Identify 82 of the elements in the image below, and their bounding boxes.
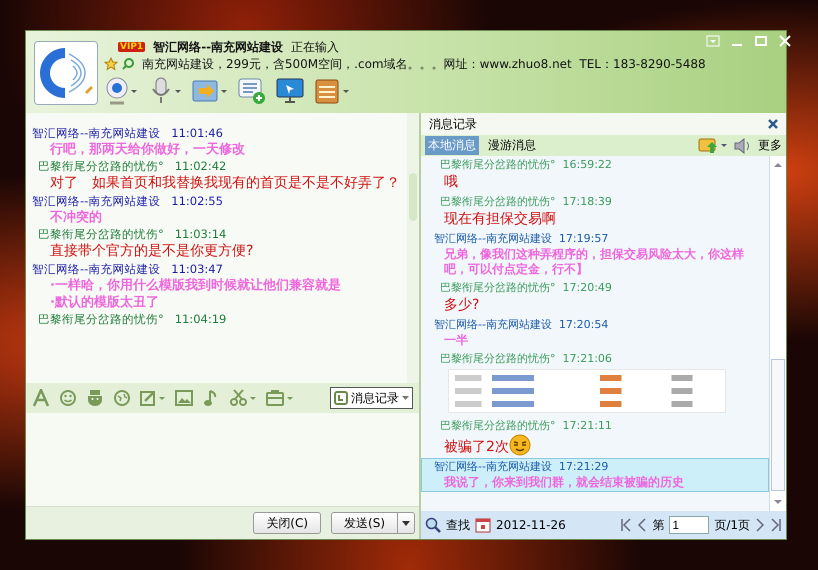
image-icon[interactable] bbox=[175, 389, 193, 407]
sender-line: 巴黎衔尾分岔路的忧伤° 11:04:19 bbox=[37, 311, 228, 327]
page-label: 第 bbox=[652, 516, 664, 534]
search-link[interactable]: 查找 bbox=[446, 516, 470, 534]
close-icon[interactable] bbox=[768, 119, 778, 129]
page-number-field[interactable]: 1 bbox=[669, 516, 710, 534]
history-message[interactable]: 智汇网络--南充网站建设 17:19:57 兄弟，像我们这种弄程序的，担保交易风险太大，你这样吧，可以付点定金，行不】 bbox=[421, 230, 769, 279]
close-button[interactable]: 关闭(C) bbox=[253, 512, 322, 534]
sender-line: 巴黎衔尾分岔路的忧伤° 17:20:49 bbox=[439, 280, 613, 295]
panel-title: 消息记录 bbox=[429, 116, 477, 132]
history-message[interactable]: 巴黎衔尾分岔路的忧伤° 16:59:22 哦 bbox=[421, 156, 769, 193]
typing-status: 正在输入 bbox=[291, 38, 340, 56]
sender-line: 智汇网络--南充网站建设 11:02:55 bbox=[32, 193, 224, 209]
monitor-icon[interactable] bbox=[276, 77, 304, 105]
send-button[interactable]: 发送(S) bbox=[331, 512, 398, 534]
message-text: 对了 如果首页和我替换我现有的首页是不是不好弄了？ bbox=[49, 174, 401, 193]
contact-name: 智汇网络--南充网站建设 bbox=[153, 38, 284, 56]
chat-export-icon[interactable] bbox=[698, 138, 728, 154]
first-page-icon[interactable] bbox=[620, 518, 632, 532]
grinning-emoji-icon bbox=[508, 434, 531, 456]
edit-icon[interactable] bbox=[140, 389, 166, 407]
smiley-icon[interactable] bbox=[59, 389, 77, 407]
scissors-icon[interactable] bbox=[229, 389, 257, 407]
sender-line: 巴黎衔尾分岔路的忧伤° 11:03:14 bbox=[37, 226, 228, 242]
message-text: ·默认的模版太丑了 bbox=[49, 294, 160, 311]
screenshot-thumbnail[interactable] bbox=[448, 369, 726, 413]
message-text: 行吧，那两天给你做好，一天修改 bbox=[48, 141, 246, 158]
sender-line: 智汇网络--南充网站建设 11:03:47 bbox=[32, 261, 224, 277]
previous-page-icon[interactable] bbox=[637, 518, 648, 532]
message-text: 现在有担保交易啊 bbox=[444, 210, 556, 228]
avatar-icon[interactable] bbox=[34, 41, 98, 105]
message-text: 我说了，你来到我们群，就会结束被骗的历史 bbox=[444, 475, 684, 490]
vip-badge: VIP1 bbox=[118, 42, 146, 52]
sender-line: 巴黎衔尾分岔路的忧伤° 11:02:42 bbox=[37, 158, 228, 174]
history-message[interactable]: 巴黎衔尾分岔路的忧伤° 17:18:39 现在有担保交易啊 bbox=[421, 193, 769, 230]
sender-line: 智汇网络--南充网站建设 17:20:54 bbox=[434, 317, 610, 332]
signature-text: 南充网站建设，299元，含500M空间，.com域名。。。网址：www.zhuo8.net TEL：183-8290-5488 bbox=[142, 56, 706, 72]
caret-icon bbox=[402, 521, 410, 527]
message-text: 直接带个官方的是不是你更方便? bbox=[49, 242, 254, 261]
sender-line: 巴黎衔尾分岔路的忧伤° 17:21:06 bbox=[439, 351, 613, 366]
page-count-label: 页/1页 bbox=[714, 516, 750, 534]
history-message[interactable]: 巴黎衔尾分岔路的忧伤° 17:21:11 被骗了2次 bbox=[421, 417, 769, 458]
send-options-button[interactable] bbox=[398, 512, 415, 534]
clock-icon bbox=[334, 391, 348, 405]
message-text: 兄弟，像我们这种弄程序的，担保交易风险太大，你这样吧，可以付点定金，行不】 bbox=[444, 247, 745, 277]
scrollbar[interactable] bbox=[769, 156, 786, 511]
star-icon[interactable] bbox=[104, 57, 118, 71]
box-icon[interactable] bbox=[314, 77, 350, 105]
globe-icon[interactable] bbox=[113, 389, 131, 407]
more-link[interactable]: 更多 bbox=[758, 137, 782, 154]
sender-line: 巴黎衔尾分岔路的忧伤° 16:59:22 bbox=[439, 157, 613, 172]
sender-line: 智汇网络--南充网站建设 17:21:29 bbox=[434, 459, 610, 474]
history-message[interactable]: 智汇网络--南充网站建设 17:21:29 我说了，你来到我们群，就会结束被骗的历史 bbox=[421, 458, 769, 492]
message-text: 不冲突的 bbox=[48, 209, 103, 226]
message-text: ·一样哈，你用什么模版我到时候就让他们兼容就是 bbox=[49, 277, 342, 294]
scroll-down-icon[interactable] bbox=[774, 499, 782, 505]
message-text: 多少? bbox=[444, 296, 480, 314]
webcam-icon[interactable] bbox=[104, 77, 138, 105]
scroll-up-icon[interactable] bbox=[774, 162, 782, 168]
message-text: 一半 bbox=[444, 333, 468, 348]
message-text: 哦 bbox=[444, 173, 458, 191]
speaker-icon[interactable] bbox=[734, 138, 752, 154]
scrollbar[interactable] bbox=[407, 113, 419, 383]
sender-line: 智汇网络--南充网站建设 17:19:57 bbox=[434, 231, 610, 246]
search-icon[interactable] bbox=[425, 517, 441, 533]
date-text[interactable]: 2012-11-26 bbox=[496, 518, 566, 532]
history-tab[interactable]: 漫游消息 bbox=[485, 136, 539, 155]
sender-line: 巴黎衔尾分岔路的忧伤° 17:21:11 bbox=[439, 418, 613, 433]
calendar-icon[interactable] bbox=[475, 517, 491, 533]
history-message[interactable]: 巴黎衔尾分岔路的忧伤° 17:20:49 多少? bbox=[421, 279, 769, 316]
briefcase-icon[interactable] bbox=[266, 389, 294, 407]
history-message[interactable]: 智汇网络--南充网站建设 17:20:54 一半 bbox=[421, 316, 769, 350]
next-page-icon[interactable] bbox=[755, 518, 765, 532]
font-icon[interactable] bbox=[32, 389, 50, 407]
caret-icon bbox=[402, 396, 409, 400]
sender-line: 智汇网络--南充网站建设 11:01:46 bbox=[32, 125, 224, 141]
hat-face-icon[interactable] bbox=[86, 389, 104, 407]
message-history-button[interactable]: 消息记录 bbox=[330, 387, 413, 409]
message-add-icon[interactable] bbox=[238, 77, 266, 105]
sender-line: 巴黎衔尾分岔路的忧伤° 17:18:39 bbox=[439, 194, 613, 209]
last-page-icon[interactable] bbox=[770, 518, 782, 532]
message-text: 被骗了2次 bbox=[444, 438, 509, 456]
